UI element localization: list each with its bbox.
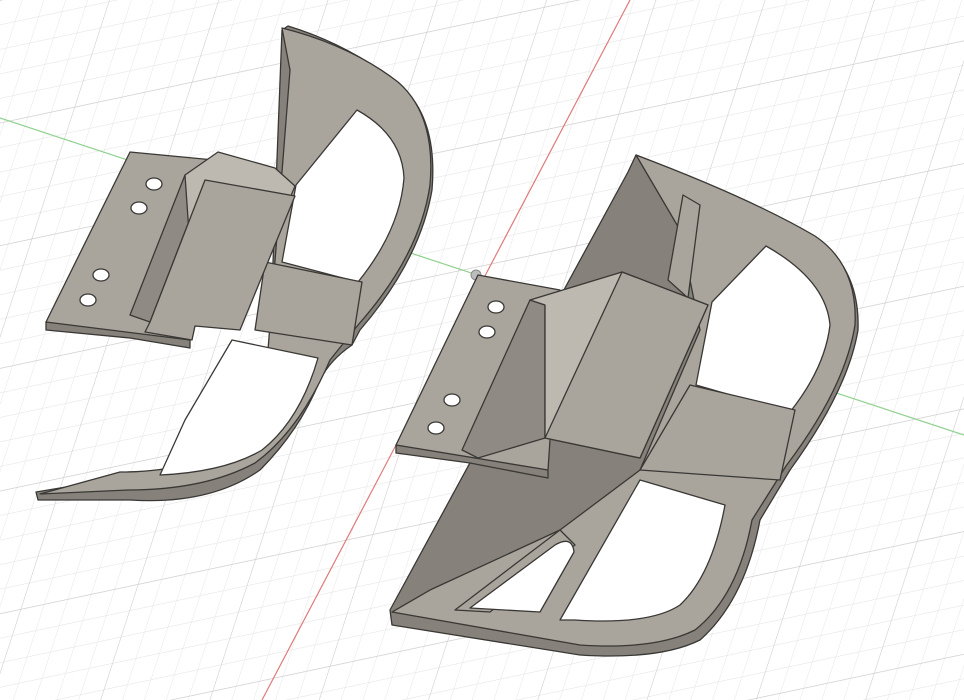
mount-hole-icon	[79, 293, 97, 307]
mount-hole-icon	[443, 393, 461, 407]
3d-viewport[interactable]	[0, 0, 964, 700]
scene-canvas[interactable]	[0, 0, 964, 700]
mount-hole-icon	[145, 177, 163, 191]
mount-hole-icon	[427, 421, 445, 435]
mount-hole-icon	[92, 268, 110, 282]
mount-hole-icon	[487, 300, 505, 314]
mount-hole-icon	[130, 201, 148, 215]
mount-hole-icon	[478, 325, 496, 339]
